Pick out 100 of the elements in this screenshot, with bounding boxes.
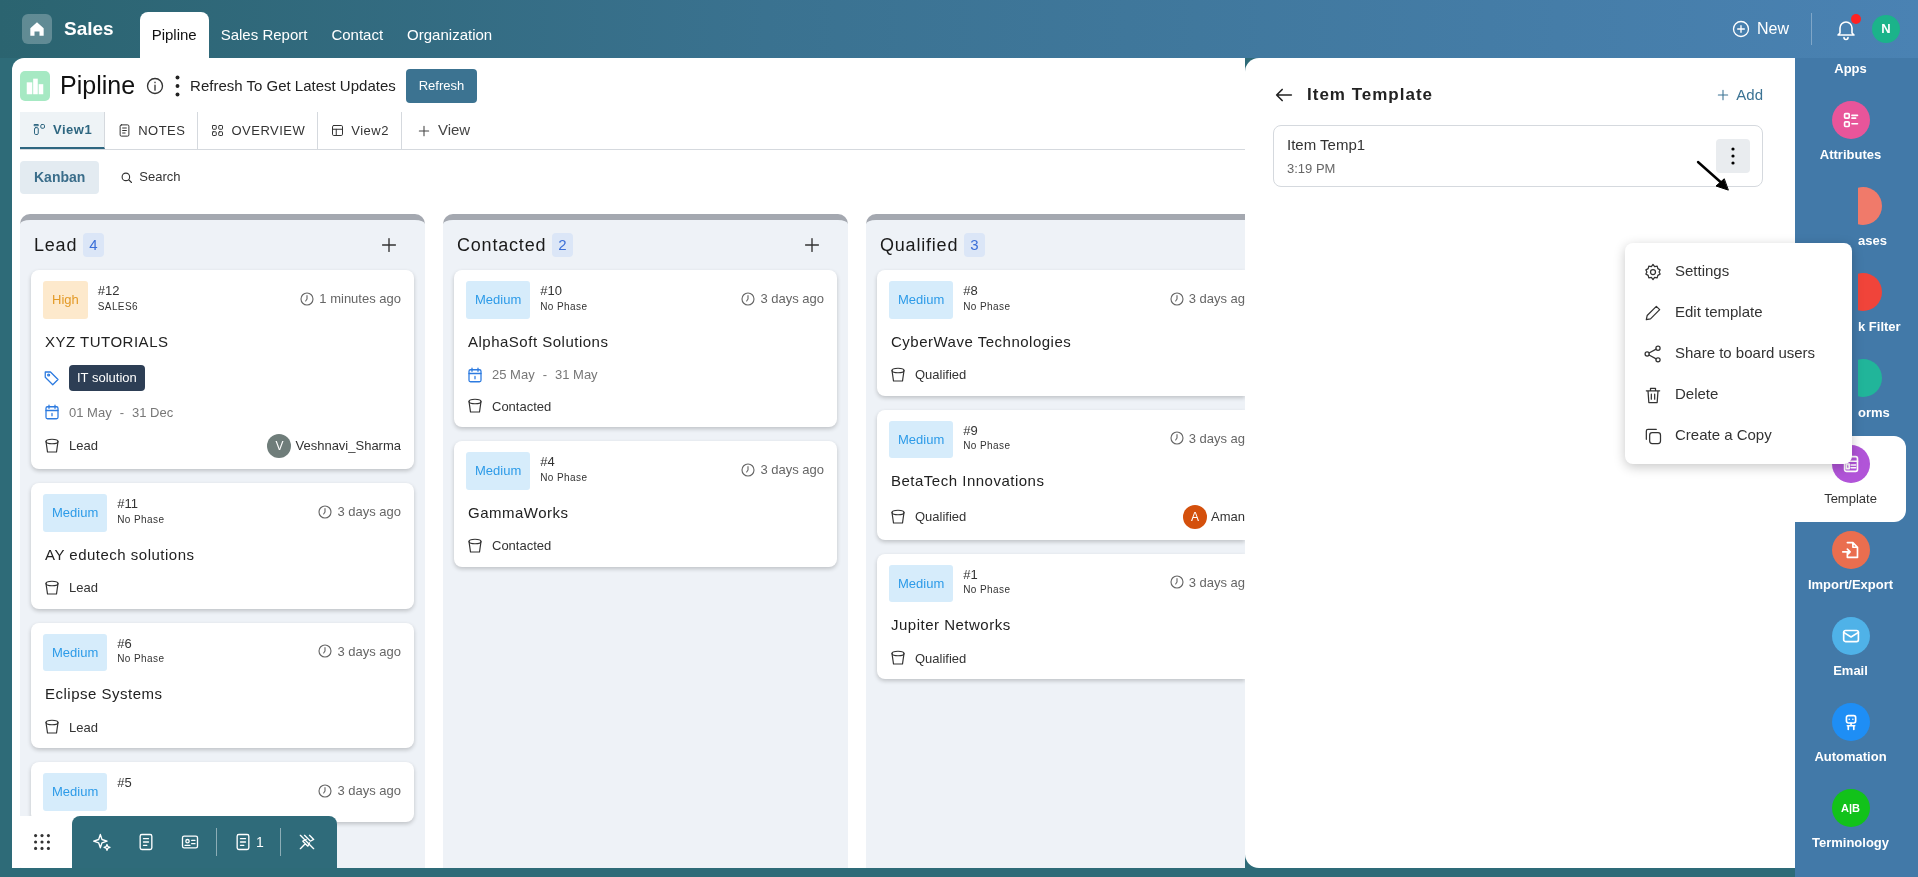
deal-card[interactable]: Medium #6 No Phase 3 days ago Eclipse Systems Lead [31,622,414,748]
clock-icon [317,782,334,799]
search-button[interactable]: Search [113,166,187,188]
deal-card[interactable]: Medium #9 No Phase 3 days ag BetaTech Innovations Qualified A Aman [877,409,1245,540]
priority-tag: High [43,281,88,319]
app-icon [1858,187,1882,225]
list-row[interactable]: Item Temp1 3:19 PM [1273,125,1763,187]
sidebar-item[interactable]: Apps [1795,58,1906,92]
card-title: GammaWorks [468,502,570,523]
assignee-avatar: A [1183,504,1208,529]
template-name: Item Temp1 [1287,135,1366,155]
clock-icon [1168,574,1185,591]
more-icon[interactable] [175,75,181,97]
app-icon [1858,359,1882,397]
panel-title: Item Template [1307,84,1434,107]
column-title: Lead [34,233,78,257]
column-title: Qualified [880,233,959,257]
sidebar-item[interactable]: Automation [1795,694,1906,780]
home-button[interactable] [22,14,52,44]
item-number: #8 [963,283,979,299]
deal-card[interactable]: Medium #5 3 days ago [31,762,414,822]
stage-label: Qualified [915,366,967,384]
list-icon [1831,101,1870,139]
bucket-icon [889,507,907,526]
calendar-icon [466,365,484,384]
assignee-avatar: V [267,434,292,458]
deal-card[interactable]: Medium #11 No Phase 3 days ago AY edutech solutions Lead [31,483,414,609]
nav-tab[interactable]: Pipline [139,12,209,58]
stage-label: Lead [69,437,98,456]
sidebar-item[interactable]: Import/Export [1795,522,1906,608]
bucket-icon [43,437,61,455]
menu-item[interactable]: Share to board users [1625,333,1852,374]
start-date: 25 May [492,366,535,384]
tag-icon [43,368,61,387]
table-icon [330,123,346,138]
add-link[interactable]: Add [1715,83,1763,107]
stage-label: Qualified [915,649,967,668]
card-title: XYZ TUTORIALS [45,331,170,352]
time-ago: 3 days ago [760,461,824,479]
menu-item[interactable]: Delete [1625,374,1852,415]
deal-card[interactable]: Medium #8 No Phase 3 days ag CyberWave Technologies Qualified [877,270,1245,396]
board-title: Pipline [60,70,136,102]
bucket-icon [43,578,61,597]
time-ago: 3 days ago [760,290,824,308]
phase-label: SALES6 [97,299,138,314]
new-button[interactable]: New [1731,17,1789,41]
mail-icon [1831,617,1870,655]
sidebar-item[interactable]: Email [1795,608,1906,694]
card-title: AY edutech solutions [45,544,196,565]
time-ago: 3 days ago [337,642,401,661]
settings-icon [1643,261,1663,282]
notes-count-button[interactable]: 1 [225,827,272,857]
column-title: Contacted [457,233,547,257]
priority-tag: Medium [889,420,954,458]
sidebar-item[interactable]: Attributes [1795,92,1906,178]
deal-card[interactable]: Medium #10 No Phase 3 days ago AlphaSoft Solutions 25 May - 31 May Contacted [454,270,837,427]
view-tab[interactable]: OVERVIEW [198,112,319,149]
time-ago: 1 minutes ago [319,290,401,308]
more-button[interactable] [1716,139,1750,173]
sidebar-item[interactable]: ases [1852,178,1906,264]
menu-item[interactable]: Edit template [1625,292,1852,333]
deal-card[interactable]: High #12 SALES6 1 minutes ago XYZ TUTORIALS IT solution 01 May - 31 Dec Lead V Veshnavi_Sharma [31,270,414,469]
view-tab[interactable]: NOTES [105,112,199,149]
card-title: AlphaSoft Solutions [468,331,610,352]
deal-card[interactable]: Medium #1 No Phase 3 days ag Jupiter Networks Qualified [877,553,1245,679]
sidebar-item[interactable]: A|B Terminology [1795,780,1906,866]
sidebar-item[interactable]: k Filter [1852,264,1906,350]
phase-label: No Phase [963,299,1011,314]
nav-tab[interactable]: Sales Report [208,12,320,58]
bucket-icon [43,718,61,737]
phase-label: No Phase [963,439,1011,454]
grid-icon [210,123,226,138]
template-time: 3:19 PM [1287,159,1337,178]
sidebar-item[interactable]: orms [1852,350,1906,436]
stage-label: Qualified [915,507,967,526]
phase-label: No Phase [540,299,588,314]
priority-tag: Medium [466,452,531,490]
nav-tab[interactable]: Contact [319,12,396,58]
tag-chip: IT solution [69,365,145,391]
nav-tab[interactable]: Organization [395,12,505,58]
item-number: #4 [540,454,556,470]
deal-card[interactable]: Medium #4 No Phase 3 days ago GammaWorks Contacted [454,441,837,567]
bucket-icon [466,397,484,416]
info-icon[interactable] [145,76,166,96]
clock-icon [1168,290,1185,307]
sparkle-icon [92,832,112,852]
count-badge: 2 [552,232,573,258]
time-ago: 3 days ago [337,503,401,521]
clock-icon [317,503,334,520]
item-number: #11 [117,496,139,512]
plus-circle-icon [1731,19,1751,39]
view-tab[interactable]: View2 [318,112,402,149]
time-ago: 3 days ag [1188,429,1245,448]
add-view-button[interactable]: View [401,112,485,149]
item-number: #9 [963,422,979,439]
view-tab[interactable]: View1 [20,112,106,149]
clock-icon [299,290,316,307]
refresh-button[interactable]: Refresh [405,69,478,103]
view-mode-button[interactable]: Kanban [20,160,100,194]
menu-item[interactable]: Settings [1625,251,1852,292]
